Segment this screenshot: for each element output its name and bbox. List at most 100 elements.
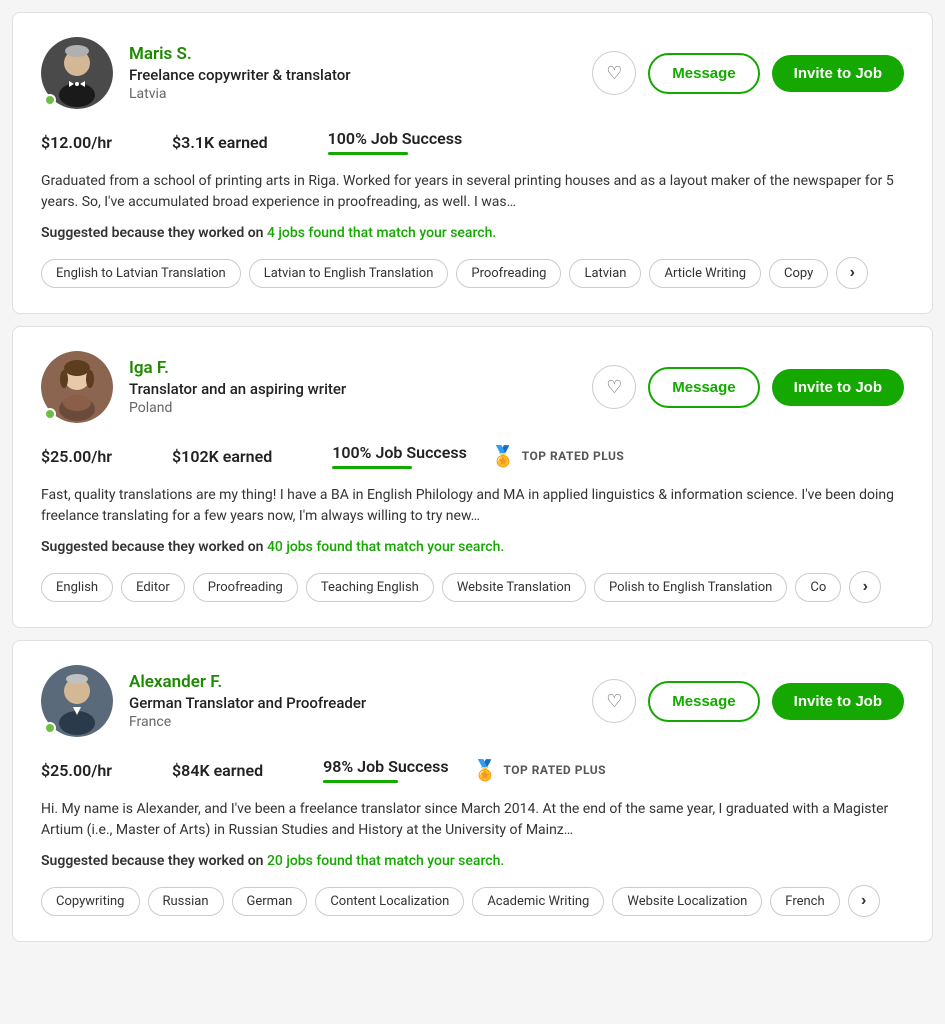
skill-tag[interactable]: Latvian to English Translation	[249, 259, 449, 288]
skill-tag[interactable]: Proofreading	[456, 259, 561, 288]
save-button[interactable]: ♡	[592, 365, 636, 409]
profile-section: Iga F. Translator and an aspiring writer…	[41, 351, 346, 423]
card-header: Alexander F. German Translator and Proof…	[41, 665, 904, 737]
job-success-block: 98% Job Success	[323, 757, 448, 783]
freelancer-location: France	[129, 714, 366, 730]
total-earned: $3.1K earned	[172, 133, 268, 152]
profile-section: Alexander F. German Translator and Proof…	[41, 665, 366, 737]
suggested-text: Suggested because they worked on 40 jobs…	[41, 539, 904, 555]
save-button[interactable]: ♡	[592, 51, 636, 95]
skill-tag[interactable]: Co	[795, 573, 841, 602]
total-earned: $102K earned	[172, 447, 272, 466]
top-rated-label: TOP RATED PLUS	[503, 763, 606, 777]
skill-tag[interactable]: Proofreading	[193, 573, 298, 602]
rate-stat: $12.00/hr	[41, 133, 112, 152]
skill-tag[interactable]: Academic Writing	[472, 887, 604, 916]
invite-to-job-button[interactable]: Invite to Job	[772, 55, 904, 92]
skill-tag[interactable]: Article Writing	[649, 259, 761, 288]
earned-stat: $102K earned	[172, 447, 272, 466]
freelancer-location: Latvia	[129, 86, 351, 102]
job-success-block: 100% Job Success	[332, 443, 467, 469]
top-rated-badge: 🏅 TOP RATED PLUS	[473, 758, 607, 782]
job-success-label: 100% Job Success	[332, 443, 467, 462]
skill-tag[interactable]: Copywriting	[41, 887, 140, 916]
tags-more-button[interactable]: ›	[849, 571, 881, 603]
action-buttons: ♡ Message Invite to Job	[592, 679, 904, 723]
freelancer-location: Poland	[129, 400, 346, 416]
job-success-block: 100% Job Success	[328, 129, 463, 155]
suggested-text: Suggested because they worked on 4 jobs …	[41, 225, 904, 241]
skill-tag[interactable]: Polish to English Translation	[594, 573, 787, 602]
tags-more-button[interactable]: ›	[836, 257, 868, 289]
bio-text: Graduated from a school of printing arts…	[41, 171, 904, 213]
skill-tag[interactable]: Russian	[148, 887, 224, 916]
earned-stat: $3.1K earned	[172, 133, 268, 152]
freelancer-title: German Translator and Proofreader	[129, 694, 366, 712]
freelancer-name[interactable]: Alexander F.	[129, 672, 366, 692]
skill-tag[interactable]: Website Localization	[612, 887, 762, 916]
online-indicator	[44, 94, 56, 106]
suggested-text: Suggested because they worked on 20 jobs…	[41, 853, 904, 869]
suggested-jobs-link[interactable]: 4 jobs found that match your search.	[267, 225, 496, 241]
skill-tag[interactable]: Editor	[121, 573, 185, 602]
action-buttons: ♡ Message Invite to Job	[592, 365, 904, 409]
card-header: Iga F. Translator and an aspiring writer…	[41, 351, 904, 423]
profile-section: Maris S. Freelance copywriter & translat…	[41, 37, 351, 109]
top-rated-badge: 🏅 TOP RATED PLUS	[491, 444, 625, 468]
skill-tag[interactable]: English	[41, 573, 113, 602]
avatar-wrapper	[41, 37, 113, 109]
freelancer-name[interactable]: Maris S.	[129, 44, 351, 64]
online-indicator	[44, 722, 56, 734]
freelancer-card-maris: Maris S. Freelance copywriter & translat…	[12, 12, 933, 314]
job-success-bar	[332, 466, 412, 469]
hourly-rate: $12.00/hr	[41, 133, 112, 152]
profile-info: Alexander F. German Translator and Proof…	[129, 672, 366, 730]
avatar-wrapper	[41, 665, 113, 737]
skill-tag[interactable]: Website Translation	[442, 573, 586, 602]
skill-tag[interactable]: German	[232, 887, 308, 916]
job-success-bar	[328, 152, 408, 155]
skill-tag[interactable]: Content Localization	[315, 887, 464, 916]
skill-tag[interactable]: French	[770, 887, 839, 916]
freelancer-title: Translator and an aspiring writer	[129, 380, 346, 398]
hourly-rate: $25.00/hr	[41, 761, 112, 780]
message-button[interactable]: Message	[648, 681, 759, 722]
message-button[interactable]: Message	[648, 53, 759, 94]
action-buttons: ♡ Message Invite to Job	[592, 51, 904, 95]
rate-stat: $25.00/hr	[41, 761, 112, 780]
stats-row: $25.00/hr $84K earned 98% Job Success 🏅 …	[41, 757, 904, 783]
job-success-bar	[323, 780, 398, 783]
earned-stat: $84K earned	[172, 761, 263, 780]
total-earned: $84K earned	[172, 761, 263, 780]
top-rated-icon: 🏅	[473, 758, 498, 782]
tags-row: English Editor Proofreading Teaching Englis…	[41, 571, 904, 603]
tags-row: Copywriting Russian GermanContent Localiza…	[41, 885, 904, 917]
hourly-rate: $25.00/hr	[41, 447, 112, 466]
message-button[interactable]: Message	[648, 367, 759, 408]
skill-tag[interactable]: English to Latvian Translation	[41, 259, 241, 288]
freelancer-card-iga: Iga F. Translator and an aspiring writer…	[12, 326, 933, 628]
suggested-jobs-link[interactable]: 20 jobs found that match your search.	[267, 853, 504, 869]
tags-row: English to Latvian Translation Latvian to…	[41, 257, 904, 289]
freelancer-card-alexander: Alexander F. German Translator and Proof…	[12, 640, 933, 942]
top-rated-icon: 🏅	[491, 444, 516, 468]
bio-text: Fast, quality translations are my thing!…	[41, 485, 904, 527]
invite-to-job-button[interactable]: Invite to Job	[772, 683, 904, 720]
tags-more-button[interactable]: ›	[848, 885, 880, 917]
bio-text: Hi. My name is Alexander, and I've been …	[41, 799, 904, 841]
card-header: Maris S. Freelance copywriter & translat…	[41, 37, 904, 109]
top-rated-label: TOP RATED PLUS	[522, 449, 625, 463]
profile-info: Iga F. Translator and an aspiring writer…	[129, 358, 346, 416]
online-indicator	[44, 408, 56, 420]
skill-tag[interactable]: Teaching English	[306, 573, 434, 602]
suggested-jobs-link[interactable]: 40 jobs found that match your search.	[267, 539, 504, 555]
skill-tag[interactable]: Latvian	[569, 259, 641, 288]
stats-row: $12.00/hr $3.1K earned 100% Job Success	[41, 129, 904, 155]
skill-tag[interactable]: Copy	[769, 259, 828, 288]
save-button[interactable]: ♡	[592, 679, 636, 723]
freelancer-title: Freelance copywriter & translator	[129, 66, 351, 84]
freelancer-name[interactable]: Iga F.	[129, 358, 346, 378]
profile-info: Maris S. Freelance copywriter & translat…	[129, 44, 351, 102]
job-success-label: 98% Job Success	[323, 757, 448, 776]
invite-to-job-button[interactable]: Invite to Job	[772, 369, 904, 406]
